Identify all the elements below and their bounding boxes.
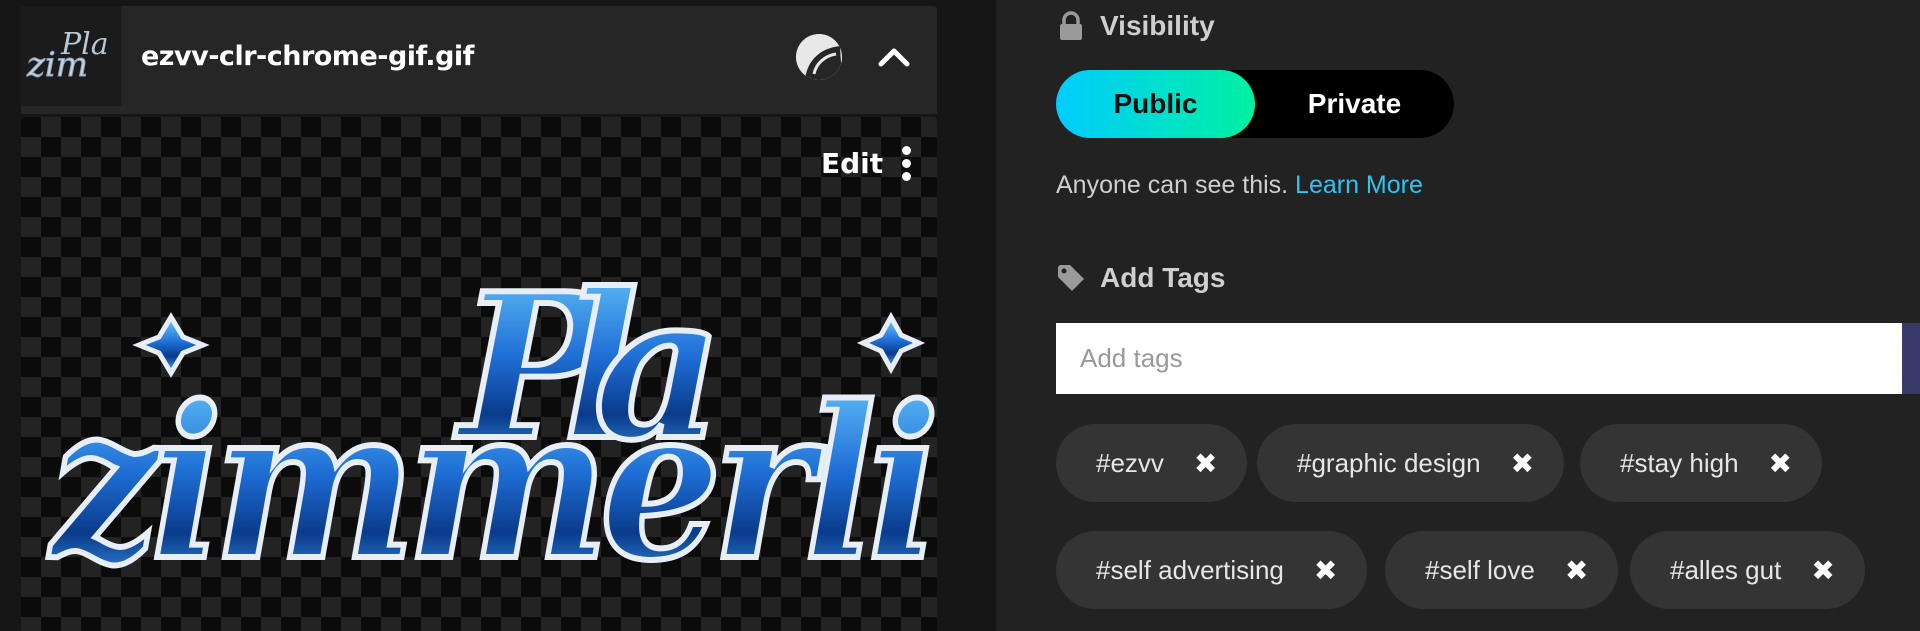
- tags-input-edge: [1902, 323, 1920, 394]
- more-vertical-icon: [896, 146, 916, 181]
- svg-text:Pla: Pla: [60, 27, 109, 62]
- learn-more-link[interactable]: Learn More: [1295, 171, 1423, 199]
- file-thumbnail: zim Pla: [21, 6, 121, 106]
- settings-panel: Visibility Public Private Anyone can see…: [996, 0, 1920, 631]
- file-name: ezvv-clr-chrome-gif.gif: [141, 41, 474, 72]
- tag-chip-label: #stay high: [1620, 447, 1739, 478]
- visibility-toggle: Public Private: [1056, 70, 1454, 138]
- chrome-lettering-artwork: Pla zimmerli: [44, 247, 937, 610]
- file-header: zim Pla ezvv-clr-chrome-gif.gif: [21, 6, 937, 114]
- image-preview: Edit Pla zimmerli: [21, 117, 937, 631]
- visibility-heading: Visibility: [1056, 10, 1215, 42]
- visibility-option-private[interactable]: Private: [1255, 70, 1454, 138]
- svg-text:zimmerli: zimmerli: [47, 360, 932, 607]
- tag-chip-label: #self advertising: [1096, 554, 1284, 585]
- tag-chip-label: #alles gut: [1670, 554, 1782, 585]
- tags-input[interactable]: [1056, 323, 1902, 394]
- tag-chip: #self advertising ✖: [1056, 531, 1368, 609]
- pin-button[interactable]: [796, 34, 842, 80]
- remove-tag-icon[interactable]: ✖: [1565, 554, 1588, 587]
- tag-chip-label: #graphic design: [1297, 447, 1481, 478]
- collapse-button[interactable]: [871, 34, 917, 80]
- remove-tag-icon[interactable]: ✖: [1769, 447, 1792, 480]
- tag-chip-label: #ezvv: [1096, 447, 1164, 478]
- tag-icon: [1056, 262, 1086, 294]
- remove-tag-icon[interactable]: ✖: [1194, 447, 1217, 480]
- tag-chip: #graphic design ✖: [1257, 424, 1565, 502]
- remove-tag-icon[interactable]: ✖: [1511, 447, 1534, 480]
- tag-chip: #self love ✖: [1385, 531, 1619, 609]
- tag-chip-label: #self love: [1425, 554, 1535, 585]
- remove-tag-icon[interactable]: ✖: [1811, 554, 1834, 587]
- tag-chip: #alles gut ✖: [1630, 531, 1865, 609]
- pin-icon: [796, 34, 842, 80]
- tag-chip: #ezvv ✖: [1056, 424, 1248, 502]
- visibility-note-text: Anyone can see this.: [1056, 171, 1289, 199]
- visibility-label: Visibility: [1100, 10, 1215, 41]
- visibility-note: Anyone can see this. Learn More: [1056, 171, 1423, 200]
- more-menu-button[interactable]: [896, 143, 916, 187]
- tags-label: Add Tags: [1100, 262, 1226, 293]
- tag-chip: #stay high ✖: [1580, 424, 1822, 502]
- tags-heading: Add Tags: [1056, 262, 1225, 294]
- visibility-option-public[interactable]: Public: [1056, 70, 1255, 138]
- lock-icon: [1056, 10, 1086, 42]
- chevron-up-icon: [878, 48, 910, 67]
- remove-tag-icon[interactable]: ✖: [1314, 554, 1337, 587]
- edit-button[interactable]: Edit: [821, 147, 883, 180]
